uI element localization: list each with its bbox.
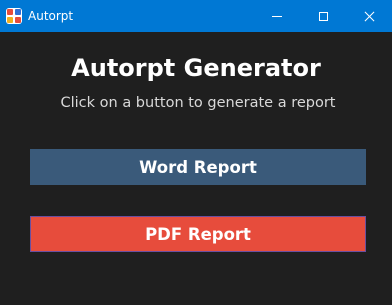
window-title: Autorpt: [28, 9, 74, 23]
close-button[interactable]: [346, 0, 392, 32]
word-report-button[interactable]: Word Report: [30, 149, 366, 185]
app-window: Autorpt Autorpt Generator Click on a but…: [0, 0, 392, 305]
page-title: Autorpt Generator: [71, 54, 321, 82]
close-icon: [364, 11, 375, 22]
pdf-report-button[interactable]: PDF Report: [30, 216, 366, 252]
minimize-button[interactable]: [254, 0, 300, 32]
autorpt-app-icon: [6, 8, 22, 24]
maximize-button[interactable]: [300, 0, 346, 32]
minimize-icon: [272, 15, 282, 17]
instruction-text: Click on a button to generate a report: [60, 95, 336, 111]
maximize-icon: [318, 11, 328, 21]
title-bar[interactable]: Autorpt: [0, 0, 392, 32]
